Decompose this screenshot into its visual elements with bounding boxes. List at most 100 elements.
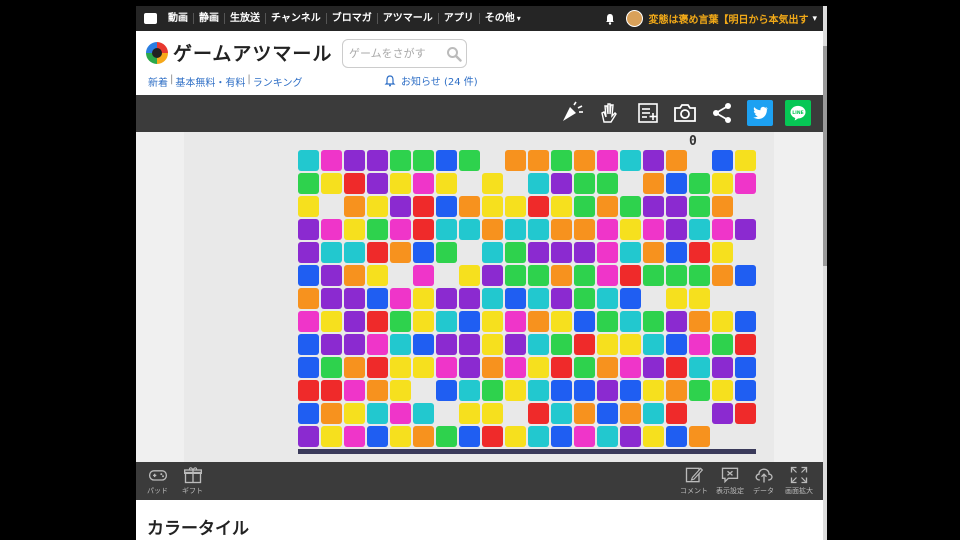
tile-yellow[interactable]: [298, 196, 319, 217]
avatar[interactable]: [626, 10, 644, 27]
tile-purple[interactable]: [390, 196, 411, 217]
tile-orange[interactable]: [344, 196, 365, 217]
tile-purple[interactable]: [712, 403, 733, 424]
tile-red[interactable]: [551, 357, 572, 378]
tile-green[interactable]: [436, 426, 457, 447]
tile-orange[interactable]: [551, 219, 572, 240]
search-input[interactable]: [349, 41, 441, 66]
data-button[interactable]: データ: [753, 465, 774, 496]
tile-cyan[interactable]: [551, 403, 572, 424]
tile-magenta[interactable]: [597, 219, 618, 240]
tile-purple[interactable]: [551, 173, 572, 194]
tile-blue[interactable]: [551, 426, 572, 447]
link-ranking[interactable]: ランキング: [251, 74, 305, 89]
tile-purple[interactable]: [574, 242, 595, 263]
tile-magenta[interactable]: [436, 357, 457, 378]
tile-green[interactable]: [643, 265, 664, 286]
tile-yellow[interactable]: [367, 196, 388, 217]
tile-blue[interactable]: [666, 173, 687, 194]
tile-green[interactable]: [597, 311, 618, 332]
tile-green[interactable]: [712, 334, 733, 355]
tile-green[interactable]: [574, 357, 595, 378]
nav-item-atsumaru[interactable]: アツマール: [376, 13, 438, 24]
tile-red[interactable]: [344, 173, 365, 194]
tile-blue[interactable]: [620, 288, 641, 309]
tile-cyan[interactable]: [436, 219, 457, 240]
tile-blue[interactable]: [735, 357, 756, 378]
tile-green[interactable]: [505, 265, 526, 286]
tile-green[interactable]: [390, 150, 411, 171]
tile-blue[interactable]: [413, 334, 434, 355]
tile-green[interactable]: [390, 311, 411, 332]
tile-yellow[interactable]: [390, 357, 411, 378]
tile-orange[interactable]: [528, 150, 549, 171]
tile-cyan[interactable]: [436, 311, 457, 332]
tile-yellow[interactable]: [482, 334, 503, 355]
tile-yellow[interactable]: [413, 311, 434, 332]
tile-purple[interactable]: [459, 334, 480, 355]
tile-red[interactable]: [367, 311, 388, 332]
tile-blue[interactable]: [459, 311, 480, 332]
tile-green[interactable]: [574, 173, 595, 194]
tile-purple[interactable]: [321, 288, 342, 309]
tile-orange[interactable]: [298, 288, 319, 309]
tile-blue[interactable]: [666, 426, 687, 447]
tile-blue[interactable]: [551, 380, 572, 401]
tile-blue[interactable]: [712, 150, 733, 171]
tile-cyan[interactable]: [620, 242, 641, 263]
tile-yellow[interactable]: [620, 334, 641, 355]
tile-yellow[interactable]: [528, 357, 549, 378]
tile-purple[interactable]: [344, 334, 365, 355]
tile-magenta[interactable]: [321, 219, 342, 240]
tile-magenta[interactable]: [505, 311, 526, 332]
tile-yellow[interactable]: [344, 219, 365, 240]
tile-orange[interactable]: [620, 403, 641, 424]
tile-blue[interactable]: [367, 288, 388, 309]
tile-orange[interactable]: [666, 150, 687, 171]
tile-yellow[interactable]: [482, 173, 503, 194]
tile-orange[interactable]: [505, 150, 526, 171]
tile-orange[interactable]: [597, 357, 618, 378]
page-scrollbar[interactable]: [823, 6, 827, 540]
tile-blue[interactable]: [735, 380, 756, 401]
tile-cyan[interactable]: [528, 334, 549, 355]
tile-purple[interactable]: [712, 357, 733, 378]
tile-red[interactable]: [528, 196, 549, 217]
tile-cyan[interactable]: [528, 380, 549, 401]
bell-icon[interactable]: [604, 13, 616, 25]
tile-orange[interactable]: [574, 219, 595, 240]
tile-orange[interactable]: [712, 265, 733, 286]
tile-orange[interactable]: [551, 265, 572, 286]
share-icon[interactable]: [709, 100, 735, 126]
nav-item-blomaga[interactable]: ブロマガ: [325, 13, 377, 24]
gift-button[interactable]: ギフト: [182, 465, 203, 496]
tile-orange[interactable]: [459, 196, 480, 217]
tile-purple[interactable]: [735, 219, 756, 240]
tile-purple[interactable]: [666, 311, 687, 332]
tile-yellow[interactable]: [643, 426, 664, 447]
tile-red[interactable]: [735, 403, 756, 424]
game-canvas[interactable]: 0: [184, 132, 774, 462]
tile-blue[interactable]: [436, 380, 457, 401]
tile-purple[interactable]: [436, 334, 457, 355]
tile-yellow[interactable]: [551, 196, 572, 217]
nav-item-douga[interactable]: 動画: [163, 13, 193, 24]
tile-green[interactable]: [666, 265, 687, 286]
tile-purple[interactable]: [597, 380, 618, 401]
tile-blue[interactable]: [574, 311, 595, 332]
tile-yellow[interactable]: [597, 334, 618, 355]
brand-logo[interactable]: ゲームアツマール: [146, 39, 332, 66]
tile-orange[interactable]: [666, 380, 687, 401]
tile-green[interactable]: [528, 265, 549, 286]
applause-icon[interactable]: [559, 100, 585, 126]
tile-yellow[interactable]: [459, 403, 480, 424]
tile-cyan[interactable]: [367, 403, 388, 424]
tile-yellow[interactable]: [413, 357, 434, 378]
tile-blue[interactable]: [298, 357, 319, 378]
tile-magenta[interactable]: [735, 173, 756, 194]
tile-magenta[interactable]: [367, 334, 388, 355]
tile-green[interactable]: [298, 173, 319, 194]
tile-yellow[interactable]: [482, 403, 503, 424]
tile-green[interactable]: [413, 150, 434, 171]
tile-green[interactable]: [505, 242, 526, 263]
